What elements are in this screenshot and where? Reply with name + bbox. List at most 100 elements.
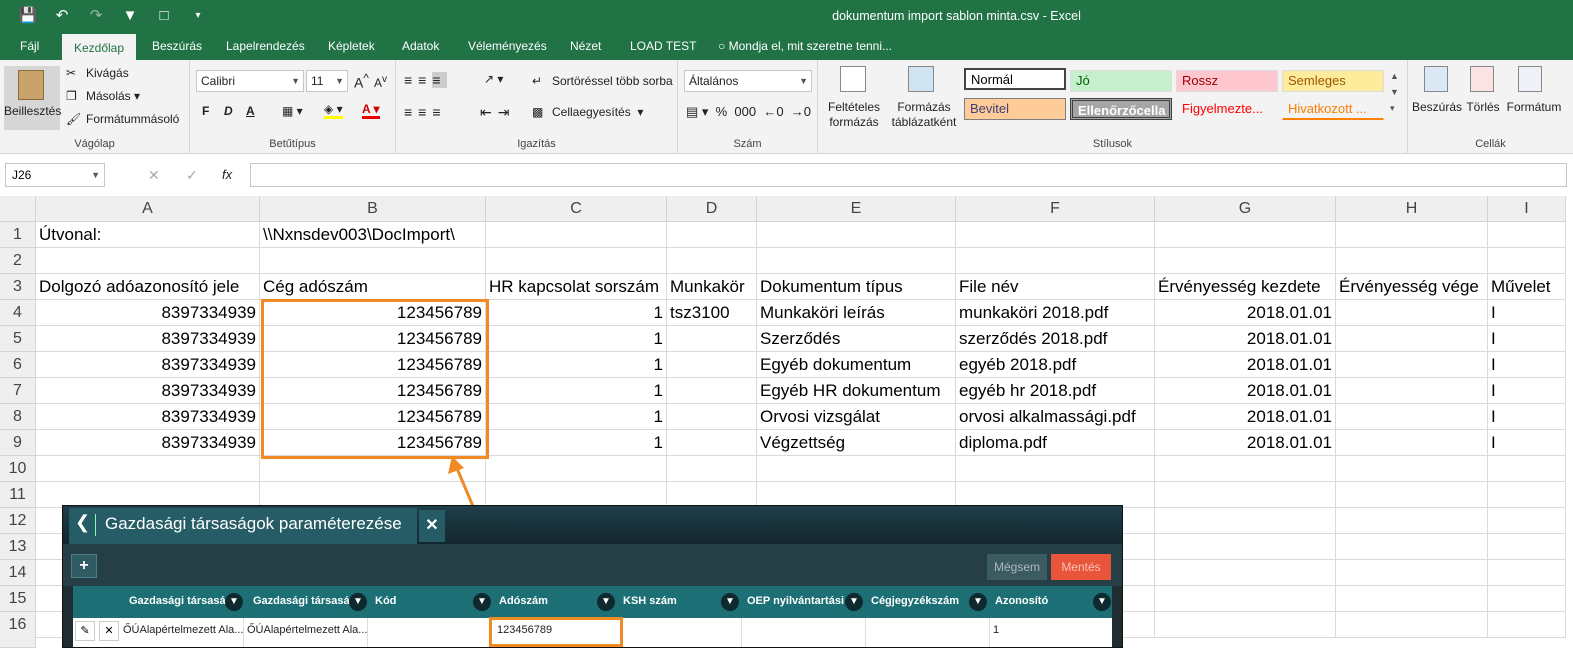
cell-a9[interactable]: 8397334939 xyxy=(36,430,260,456)
empty-cell[interactable] xyxy=(36,248,260,274)
cell-a1[interactable]: Útvonal: xyxy=(36,222,260,248)
cell-i6[interactable]: I xyxy=(1488,352,1566,378)
empty-cell[interactable] xyxy=(956,456,1155,482)
empty-cell[interactable] xyxy=(486,456,667,482)
column-header[interactable]: C xyxy=(486,196,667,222)
empty-cell[interactable] xyxy=(1488,534,1566,560)
empty-cell[interactable] xyxy=(956,248,1155,274)
styles-scroll-icons[interactable]: ▲ ▼ ▾ xyxy=(1390,68,1399,116)
empty-cell[interactable] xyxy=(667,456,757,482)
grow-font-icon[interactable]: A^ xyxy=(354,72,369,91)
font-color-icon[interactable]: A ▾ xyxy=(362,102,380,119)
row-header[interactable]: 12 xyxy=(0,508,36,534)
empty-cell[interactable] xyxy=(667,404,757,430)
cell-i7[interactable]: I xyxy=(1488,378,1566,404)
row-header[interactable]: 4 xyxy=(0,300,36,326)
grid-header-cell[interactable]: Gazdasági társasá... xyxy=(129,595,235,607)
cell-e9[interactable]: Végzettség xyxy=(757,430,956,456)
empty-cell[interactable] xyxy=(1155,248,1336,274)
cell-d3[interactable]: Munkakör xyxy=(667,274,757,300)
column-header[interactable]: F xyxy=(956,196,1155,222)
cell-f9[interactable]: diploma.pdf xyxy=(956,430,1155,456)
empty-cell[interactable] xyxy=(1336,248,1488,274)
cell-i3[interactable]: Művelet xyxy=(1488,274,1566,300)
filter-icon[interactable]: ▼ xyxy=(845,593,863,611)
italic-button[interactable]: D xyxy=(224,104,233,118)
empty-cell[interactable] xyxy=(1336,326,1488,352)
cell-a6[interactable]: 8397334939 xyxy=(36,352,260,378)
tab-load-test[interactable]: LOAD TEST xyxy=(620,34,706,60)
empty-cell[interactable] xyxy=(1336,612,1488,638)
style-bad[interactable]: Rossz xyxy=(1176,70,1278,92)
cell-b3[interactable]: Cég adószám xyxy=(260,274,486,300)
edit-icon[interactable]: ✎ xyxy=(75,621,95,641)
style-warning[interactable]: Figyelmezte... xyxy=(1176,98,1278,120)
cell-h3[interactable]: Érvényesség vége xyxy=(1336,274,1488,300)
empty-cell[interactable] xyxy=(260,456,486,482)
cell-e6[interactable]: Egyéb dokumentum xyxy=(757,352,956,378)
back-arrow-icon[interactable]: ❮ xyxy=(75,512,90,533)
cell-a8[interactable]: 8397334939 xyxy=(36,404,260,430)
empty-cell[interactable] xyxy=(1488,482,1566,508)
cell-f6[interactable]: egyéb 2018.pdf xyxy=(956,352,1155,378)
row-header[interactable]: 6 xyxy=(0,352,36,378)
empty-cell[interactable] xyxy=(1336,378,1488,404)
select-all-corner[interactable] xyxy=(0,196,36,222)
empty-cell[interactable] xyxy=(1488,456,1566,482)
row-header[interactable]: 10 xyxy=(0,456,36,482)
horizontal-align-icons[interactable]: ≡≡≡ xyxy=(404,104,447,120)
empty-cell[interactable] xyxy=(1155,586,1336,612)
cell-i8[interactable]: I xyxy=(1488,404,1566,430)
cell-c8[interactable]: 1 xyxy=(486,404,667,430)
fill-color-icon[interactable]: ◈ ▾ xyxy=(324,102,343,119)
empty-cell[interactable] xyxy=(36,456,260,482)
row-header[interactable]: 16 xyxy=(0,612,36,648)
cell-a7[interactable]: 8397334939 xyxy=(36,378,260,404)
number-format-select[interactable]: Általános ▼ xyxy=(684,70,812,92)
tab-formulas[interactable]: Képletek xyxy=(318,34,385,60)
format-as-table-button[interactable]: Formázás táblázatként xyxy=(888,100,960,130)
cell-f4[interactable]: munkaköri 2018.pdf xyxy=(956,300,1155,326)
empty-cell[interactable] xyxy=(1155,508,1336,534)
cancel-button[interactable]: Mégsem xyxy=(987,554,1047,580)
row-header[interactable]: 7 xyxy=(0,378,36,404)
cell-a3[interactable]: Dolgozó adóazonosító jele xyxy=(36,274,260,300)
cell-e8[interactable]: Orvosi vizsgálat xyxy=(757,404,956,430)
cell-f3[interactable]: File név xyxy=(956,274,1155,300)
empty-cell[interactable] xyxy=(667,326,757,352)
empty-cell[interactable] xyxy=(1336,534,1488,560)
row-header[interactable]: 11 xyxy=(0,482,36,508)
filter-icon[interactable]: ▼ xyxy=(969,593,987,611)
column-header[interactable]: H xyxy=(1336,196,1488,222)
empty-cell[interactable] xyxy=(667,248,757,274)
font-size-select[interactable]: 11 ▼ xyxy=(306,70,348,92)
grid-header-cell[interactable]: OEP nyilvántartási ... xyxy=(747,595,856,607)
column-header[interactable]: I xyxy=(1488,196,1566,222)
enter-icon[interactable]: ✓ xyxy=(186,167,198,184)
cell-e7[interactable]: Egyéb HR dokumentum xyxy=(757,378,956,404)
number-format-icons[interactable]: ▤ ▾ % 000 ←0 →0 xyxy=(686,104,811,120)
grid-cell[interactable]: ŐÚAlapértelmezett Ala... xyxy=(123,624,243,636)
empty-cell[interactable] xyxy=(1336,586,1488,612)
empty-cell[interactable] xyxy=(1488,248,1566,274)
cut-button[interactable]: ✂ Kivágás xyxy=(66,66,129,82)
delete-cells-button[interactable]: Törlés xyxy=(1462,100,1504,115)
cell-d4[interactable]: tsz3100 xyxy=(667,300,757,326)
filter-icon[interactable]: ▼ xyxy=(225,593,243,611)
cell-g7[interactable]: 2018.01.01 xyxy=(1155,378,1336,404)
paste-button[interactable]: Beillesztés xyxy=(4,66,61,130)
empty-cell[interactable] xyxy=(1488,508,1566,534)
empty-cell[interactable] xyxy=(1488,560,1566,586)
empty-cell[interactable] xyxy=(1336,508,1488,534)
empty-cell[interactable] xyxy=(667,378,757,404)
row-header[interactable]: 15 xyxy=(0,586,36,612)
cell-c4[interactable]: 1 xyxy=(486,300,667,326)
insert-function-icon[interactable]: fx xyxy=(222,167,232,182)
empty-cell[interactable] xyxy=(757,456,956,482)
tab-view[interactable]: Nézet xyxy=(560,34,611,60)
font-name-select[interactable]: Calibri ▼ xyxy=(196,70,304,92)
empty-cell[interactable] xyxy=(667,222,757,248)
cell-i9[interactable]: I xyxy=(1488,430,1566,456)
column-header[interactable]: A xyxy=(36,196,260,222)
cell-f5[interactable]: szerződés 2018.pdf xyxy=(956,326,1155,352)
